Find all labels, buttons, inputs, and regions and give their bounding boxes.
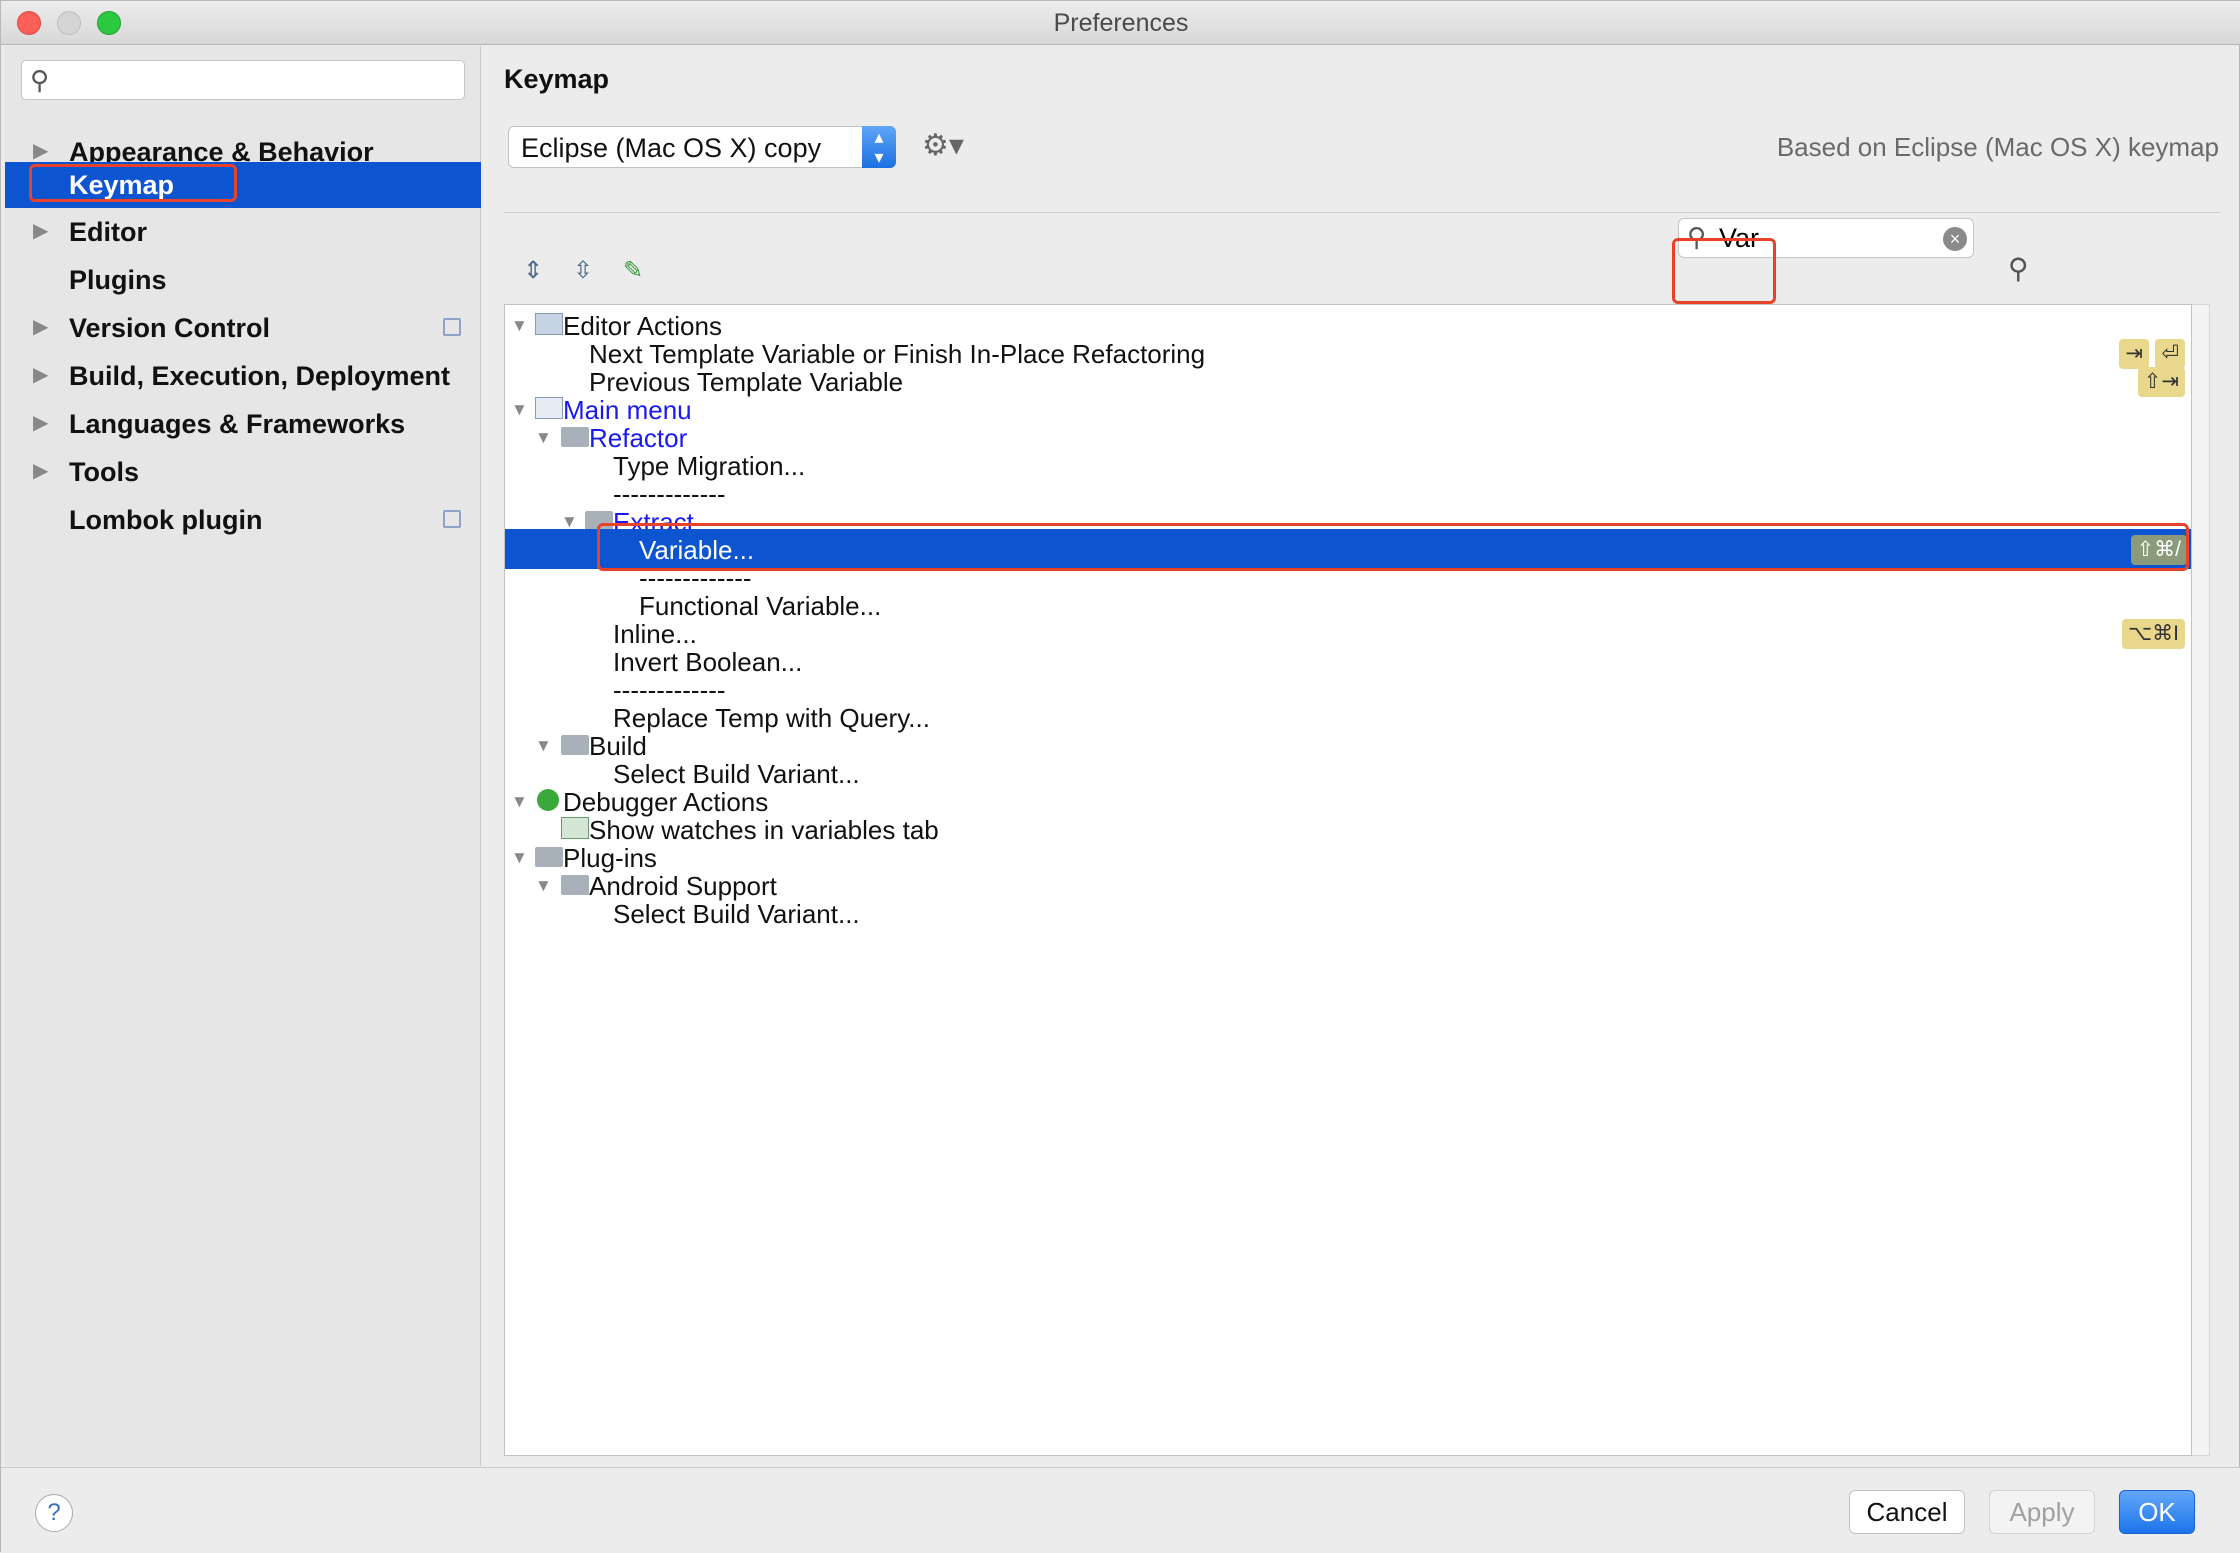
- divider: [504, 212, 2220, 213]
- folder-icon: [561, 427, 589, 447]
- search-icon: ⚲: [30, 65, 50, 95]
- expand-arrow-icon[interactable]: ▶: [33, 218, 48, 243]
- find-by-shortcut-icon[interactable]: ⚲: [2008, 252, 2029, 285]
- gear-icon[interactable]: ⚙▾: [922, 128, 964, 163]
- preferences-window: Preferences ⚲ ▶ Appearance & Behavior Ke…: [0, 0, 2240, 1553]
- sidebar-item-version-control[interactable]: ▶ Version Control: [5, 304, 481, 352]
- editor-actions-icon: [535, 313, 563, 335]
- expand-arrow-icon[interactable]: ▶: [33, 138, 48, 163]
- page-title: Keymap: [504, 64, 610, 94]
- annotation-highlight-keymap: [29, 164, 237, 202]
- collapse-all-icon[interactable]: ⇳: [568, 256, 598, 286]
- sidebar-item-lombok-plugin[interactable]: Lombok plugin: [5, 496, 481, 544]
- project-settings-icon: [443, 510, 461, 528]
- sidebar-item-build-execution-deployment[interactable]: ▶ Build, Execution, Deployment: [5, 352, 481, 400]
- cancel-button[interactable]: Cancel: [1849, 1490, 1965, 1534]
- settings-sidebar: ⚲ ▶ Appearance & Behavior Keymap ▶ Edito…: [5, 46, 481, 1466]
- ok-button[interactable]: OK: [2119, 1490, 2195, 1534]
- expand-arrow-icon[interactable]: ▶: [33, 362, 48, 387]
- folder-icon: [535, 847, 563, 867]
- window-title: Preferences: [1053, 9, 1189, 37]
- sidebar-item-label: Build, Execution, Deployment: [69, 361, 451, 391]
- folder-icon: [561, 875, 589, 895]
- expand-all-icon[interactable]: ⇕: [518, 256, 548, 286]
- sidebar-item-label: Editor: [69, 217, 147, 247]
- sidebar-item-label: Plugins: [69, 265, 167, 295]
- apply-button[interactable]: Apply: [1989, 1490, 2095, 1534]
- sidebar-item-label: Version Control: [69, 313, 271, 343]
- dialog-footer: ? Cancel Apply OK: [1, 1467, 2240, 1553]
- help-button[interactable]: ?: [35, 1494, 73, 1532]
- keymap-select-value: Eclipse (Mac OS X) copy: [521, 133, 822, 163]
- expand-arrow-icon[interactable]: ▶: [33, 410, 48, 435]
- sidebar-item-tools[interactable]: ▶ Tools: [5, 448, 481, 496]
- based-on-label: Based on Eclipse (Mac OS X) keymap: [1776, 132, 2219, 162]
- project-settings-icon: [443, 318, 461, 336]
- expand-arrow-icon[interactable]: ▶: [33, 458, 48, 483]
- sidebar-item-languages-frameworks[interactable]: ▶ Languages & Frameworks: [5, 400, 481, 448]
- keymap-panel: Keymap Eclipse (Mac OS X) copy ▴ ▾ ⚙▾ Bas…: [482, 46, 2239, 1466]
- annotation-highlight-variable: [597, 523, 2189, 571]
- sidebar-item-label: Languages & Frameworks: [69, 409, 406, 439]
- expand-arrow-icon[interactable]: ▶: [33, 314, 48, 339]
- title-bar: Preferences: [1, 1, 2240, 45]
- bug-icon: [537, 789, 559, 811]
- select-arrows-icon[interactable]: ▴ ▾: [862, 126, 896, 168]
- sidebar-item-label: Tools: [69, 457, 139, 487]
- menu-icon: [535, 397, 563, 419]
- sidebar-item-plugins[interactable]: Plugins: [5, 256, 481, 304]
- keymap-select[interactable]: Eclipse (Mac OS X) copy ▴ ▾: [508, 126, 896, 168]
- folder-icon: [561, 735, 589, 755]
- tree-scrollbar[interactable]: [2192, 304, 2210, 1456]
- sidebar-item-label: Lombok plugin: [69, 505, 263, 535]
- watches-icon: [561, 817, 589, 839]
- sidebar-item-editor[interactable]: ▶ Editor: [5, 208, 481, 256]
- tree-row-select-build-variant[interactable]: Select Build Variant...: [505, 893, 2191, 933]
- edit-shortcut-icon[interactable]: ✎: [618, 256, 648, 286]
- clear-search-icon[interactable]: ×: [1943, 227, 1967, 251]
- settings-search-input[interactable]: ⚲: [21, 60, 465, 100]
- keymap-action-tree: ▼ Editor Actions Next Template Variable …: [504, 304, 2192, 1456]
- annotation-highlight-filter: [1672, 238, 1776, 304]
